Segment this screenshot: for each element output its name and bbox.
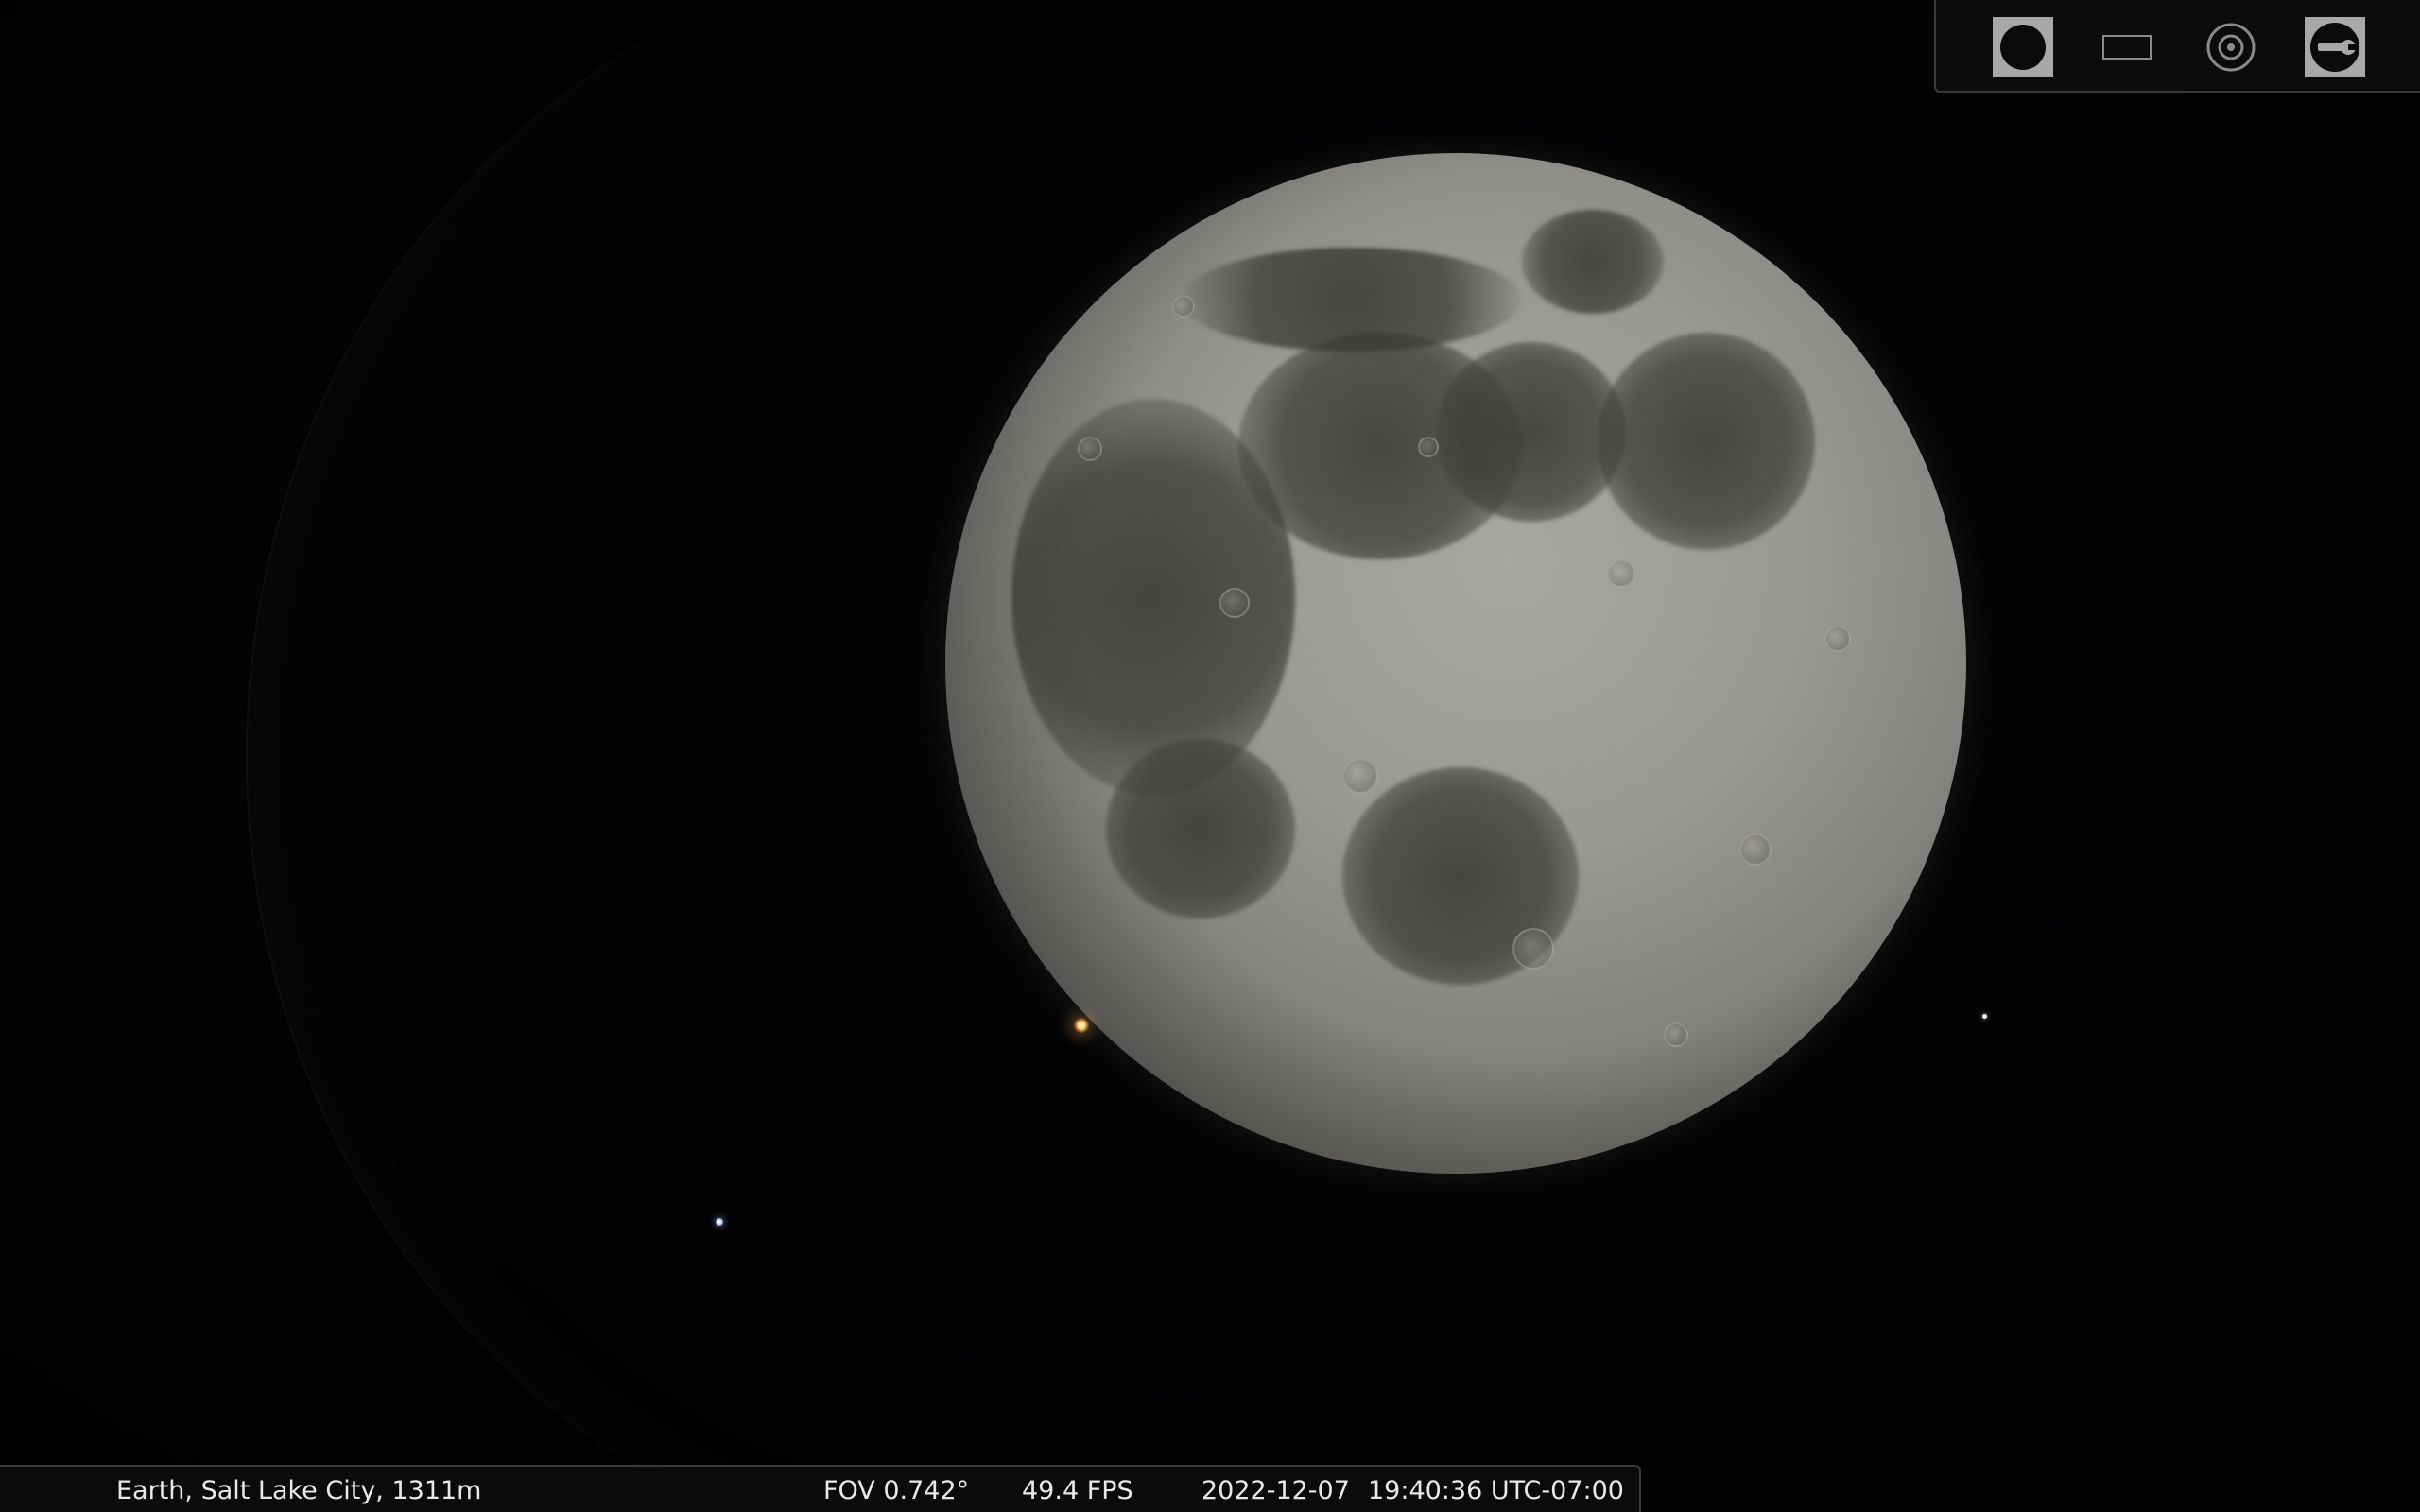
moon-limb-shading — [945, 153, 1966, 1174]
filled-circle-icon — [2000, 25, 2046, 70]
fov-label: FOV 0.742° — [823, 1476, 970, 1505]
wrench-icon — [2310, 23, 2360, 72]
white-star[interactable] — [1982, 1014, 1987, 1019]
status-bar: Earth, Salt Lake City, 1311m FOV 0.742° … — [0, 1465, 1641, 1512]
location-label[interactable]: Earth, Salt Lake City, 1311m — [116, 1476, 481, 1506]
sky-view[interactable] — [0, 0, 2420, 1512]
blue-star[interactable] — [716, 1218, 723, 1226]
settings-button[interactable] — [2305, 17, 2365, 77]
time-label[interactable]: 19:40:36 UTC-07:00 — [1368, 1476, 1624, 1506]
date-label[interactable]: 2022-12-07 — [1201, 1476, 1350, 1506]
target-icon — [2206, 23, 2256, 72]
top-right-toolbar — [1934, 0, 2420, 93]
fullscreen-button[interactable] — [2097, 17, 2157, 77]
rectangle-icon — [2102, 35, 2152, 60]
night-mode-button[interactable] — [1993, 17, 2053, 77]
moon[interactable] — [945, 153, 1966, 1174]
bright-star[interactable] — [1074, 1018, 1089, 1033]
view-reset-button[interactable] — [2201, 17, 2261, 77]
fps-label: 49.4 FPS — [1022, 1476, 1133, 1505]
